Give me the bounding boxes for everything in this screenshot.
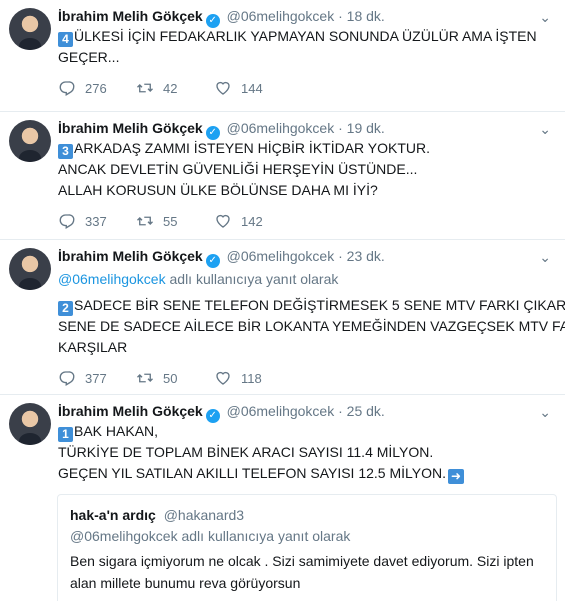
avatar[interactable] xyxy=(9,120,51,162)
chevron-down-icon[interactable]: ⌄ xyxy=(539,404,551,421)
tweet-text-line: SENE DE SADECE AİLECE BİR LOKANTA YEMEĞİ… xyxy=(58,318,565,334)
tweet-feed: ⌄ İbrahim Melih Gökçek ✓ @06melihgokcek ·… xyxy=(0,0,565,601)
reply-context-label: adlı kullanıcıya yanıt olarak xyxy=(169,271,339,287)
retweet-button[interactable]: 50 xyxy=(136,369,214,387)
retweet-count: 42 xyxy=(163,80,178,96)
reply-count: 276 xyxy=(85,80,107,96)
heart-icon xyxy=(216,214,230,228)
tweet-header: İbrahim Melih Gökçek ✓ @06melihgokcek · 1… xyxy=(58,118,555,140)
retweet-icon xyxy=(137,83,153,93)
tweet-text: 4 ÜLKESİ İÇİN FEDAKARLIK YAPMAYAN SONUNDA… xyxy=(58,26,555,68)
quoted-author-handle[interactable]: @hakanard3 xyxy=(164,507,244,523)
reply-icon xyxy=(59,81,75,96)
author-handle[interactable]: @06melihgokcek xyxy=(227,120,335,136)
retweet-count: 55 xyxy=(163,213,178,229)
quoted-tweet-header: hak-a'n ardıç @hakanard3 xyxy=(70,505,544,525)
author-handle[interactable]: @06melihgokcek xyxy=(227,8,335,24)
author-name[interactable]: İbrahim Melih Gökçek xyxy=(58,120,203,136)
chevron-down-icon[interactable]: ⌄ xyxy=(539,121,551,138)
retweet-button[interactable]: 55 xyxy=(136,212,214,230)
timestamp[interactable]: 18 dk. xyxy=(347,8,385,24)
right-arrow-emoji-icon: ➜ xyxy=(448,469,465,484)
reply-count: 337 xyxy=(85,213,107,229)
tweet-text-line: 2 SADECE BİR SENE TELEFON DEĞİŞTİRMESEK 5… xyxy=(58,295,565,316)
reply-context: @06melihgokcek adlı kullanıcıya yanıt ol… xyxy=(58,269,555,289)
tweet[interactable]: ⌄ İbrahim Melih Gökçek ✓ @06melihgokcek ·… xyxy=(0,0,565,112)
retweet-icon xyxy=(137,373,153,383)
tweet-text: 3 ARKADAŞ ZAMMI İSTEYEN HİÇBİR İKTİDAR YO… xyxy=(58,138,555,201)
timestamp[interactable]: 19 dk. xyxy=(347,120,385,136)
tweet[interactable]: ⌄ İbrahim Melih Gökçek ✓ @06melihgokcek ·… xyxy=(0,240,565,395)
avatar[interactable] xyxy=(9,248,51,290)
quoted-tweet-text: Ben sigara içmiyorum ne olcak . Sizi sam… xyxy=(70,553,534,591)
separator-dot: · xyxy=(338,8,343,24)
chevron-down-icon[interactable]: ⌄ xyxy=(539,249,551,266)
tweet-text-line: GEÇEN YIL SATILAN AKILLI TELEFON SAYISI … xyxy=(58,463,555,484)
separator-dot: · xyxy=(338,248,343,264)
timestamp[interactable]: 25 dk. xyxy=(347,403,385,419)
separator-dot: · xyxy=(338,120,343,136)
reply-to-handle-link[interactable]: @06melihgokcek xyxy=(58,271,166,287)
author-name[interactable]: İbrahim Melih Gökçek xyxy=(58,8,203,24)
author-name[interactable]: İbrahim Melih Gökçek xyxy=(58,248,203,264)
quoted-author-name[interactable]: hak-a'n ardıç xyxy=(70,507,156,523)
heart-icon xyxy=(216,371,230,385)
like-button[interactable]: 142 xyxy=(214,212,292,230)
like-count: 144 xyxy=(241,80,263,96)
reply-button[interactable]: 337 xyxy=(58,212,136,230)
tweet-actions: 337 55 142 xyxy=(58,201,555,241)
tweet[interactable]: ⌄ İbrahim Melih Gökçek ✓ @06melihgokcek ·… xyxy=(0,395,565,601)
retweet-icon xyxy=(137,216,153,226)
tweet-text: 1 BAK HAKAN, TÜRKİYE DE TOPLAM BİNEK ARAC… xyxy=(58,421,555,484)
tweet-text: 2 SADECE BİR SENE TELEFON DEĞİŞTİRMESEK 5… xyxy=(58,295,565,358)
reply-button[interactable]: 276 xyxy=(58,79,136,97)
quoted-reply-context: @06melihgokcek adlı kullanıcıya yanıt ol… xyxy=(70,528,351,544)
tweet-actions: 377 50 118 xyxy=(58,358,555,398)
tweet-actions: 276 42 144 xyxy=(58,68,555,108)
reply-icon xyxy=(59,214,75,229)
tweet-text-segment: ARKADAŞ ZAMMI İSTEYEN HİÇBİR İKTİDAR YOK… xyxy=(74,140,431,156)
timestamp[interactable]: 23 dk. xyxy=(347,248,385,264)
tweet-text-line: 3 ARKADAŞ ZAMMI İSTEYEN HİÇBİR İKTİDAR YO… xyxy=(58,138,555,159)
tweet-text-line: TÜRKİYE DE TOPLAM BİNEK ARACI SAYISI 11.… xyxy=(58,444,434,460)
separator-dot: · xyxy=(338,403,343,419)
tweet-text-line: ALLAH KORUSUN ÜLKE BÖLÜNSE DAHA MI İYİ? xyxy=(58,182,378,198)
avatar[interactable] xyxy=(9,8,51,50)
tweet-text-segment: BAK HAKAN, xyxy=(74,423,159,439)
chevron-down-icon[interactable]: ⌄ xyxy=(539,9,551,26)
like-button[interactable]: 118 xyxy=(214,369,292,387)
tweet-header: İbrahim Melih Gökçek ✓ @06melihgokcek · 2… xyxy=(58,401,555,423)
like-count: 142 xyxy=(241,213,263,229)
tweet-text-line: KARŞILAR xyxy=(58,339,128,355)
tweet-header: İbrahim Melih Gökçek ✓ @06melihgokcek · 1… xyxy=(58,6,555,28)
tweet[interactable]: ⌄ İbrahim Melih Gökçek ✓ @06melihgokcek ·… xyxy=(0,112,565,240)
verified-badge-icon: ✓ xyxy=(205,254,220,268)
retweet-count: 50 xyxy=(163,370,178,386)
tweet-text-line: ANCAK DEVLETİN GÜVENLİĞİ HERŞEYİN ÜSTÜND… xyxy=(58,161,418,177)
author-handle[interactable]: @06melihgokcek xyxy=(227,248,335,264)
tweet-text-line: 1 BAK HAKAN, xyxy=(58,421,555,442)
tweet-text-segment: SADECE BİR SENE TELEFON DEĞİŞTİRMESEK 5 … xyxy=(74,297,565,313)
tweet-text-segment: ÜLKESİ İÇİN FEDAKARLIK YAPMAYAN SONUNDA … xyxy=(74,28,537,44)
reply-icon xyxy=(59,371,75,386)
keycap-number: 4 xyxy=(58,32,73,47)
like-button[interactable]: 144 xyxy=(214,79,292,97)
author-handle[interactable]: @06melihgokcek xyxy=(227,403,335,419)
keycap-number: 2 xyxy=(58,301,73,316)
author-name[interactable]: İbrahim Melih Gökçek xyxy=(58,403,203,419)
heart-icon xyxy=(216,81,230,95)
quoted-tweet[interactable]: hak-a'n ardıç @hakanard3 @06melihgokcek … xyxy=(57,494,557,601)
tweet-text-line: GEÇER... xyxy=(58,49,120,65)
keycap-number: 3 xyxy=(58,144,73,159)
tweet-header: İbrahim Melih Gökçek ✓ @06melihgokcek · 2… xyxy=(58,246,555,268)
keycap-number: 1 xyxy=(58,427,73,442)
verified-badge-icon: ✓ xyxy=(205,409,220,423)
like-count: 118 xyxy=(241,370,262,386)
reply-count: 377 xyxy=(85,370,107,386)
reply-button[interactable]: 377 xyxy=(58,369,136,387)
retweet-button[interactable]: 42 xyxy=(136,79,214,97)
avatar[interactable] xyxy=(9,403,51,445)
tweet-text-segment: GEÇEN YIL SATILAN AKILLI TELEFON SAYISI … xyxy=(58,465,447,481)
tweet-text-line: 4 ÜLKESİ İÇİN FEDAKARLIK YAPMAYAN SONUNDA… xyxy=(58,26,555,47)
